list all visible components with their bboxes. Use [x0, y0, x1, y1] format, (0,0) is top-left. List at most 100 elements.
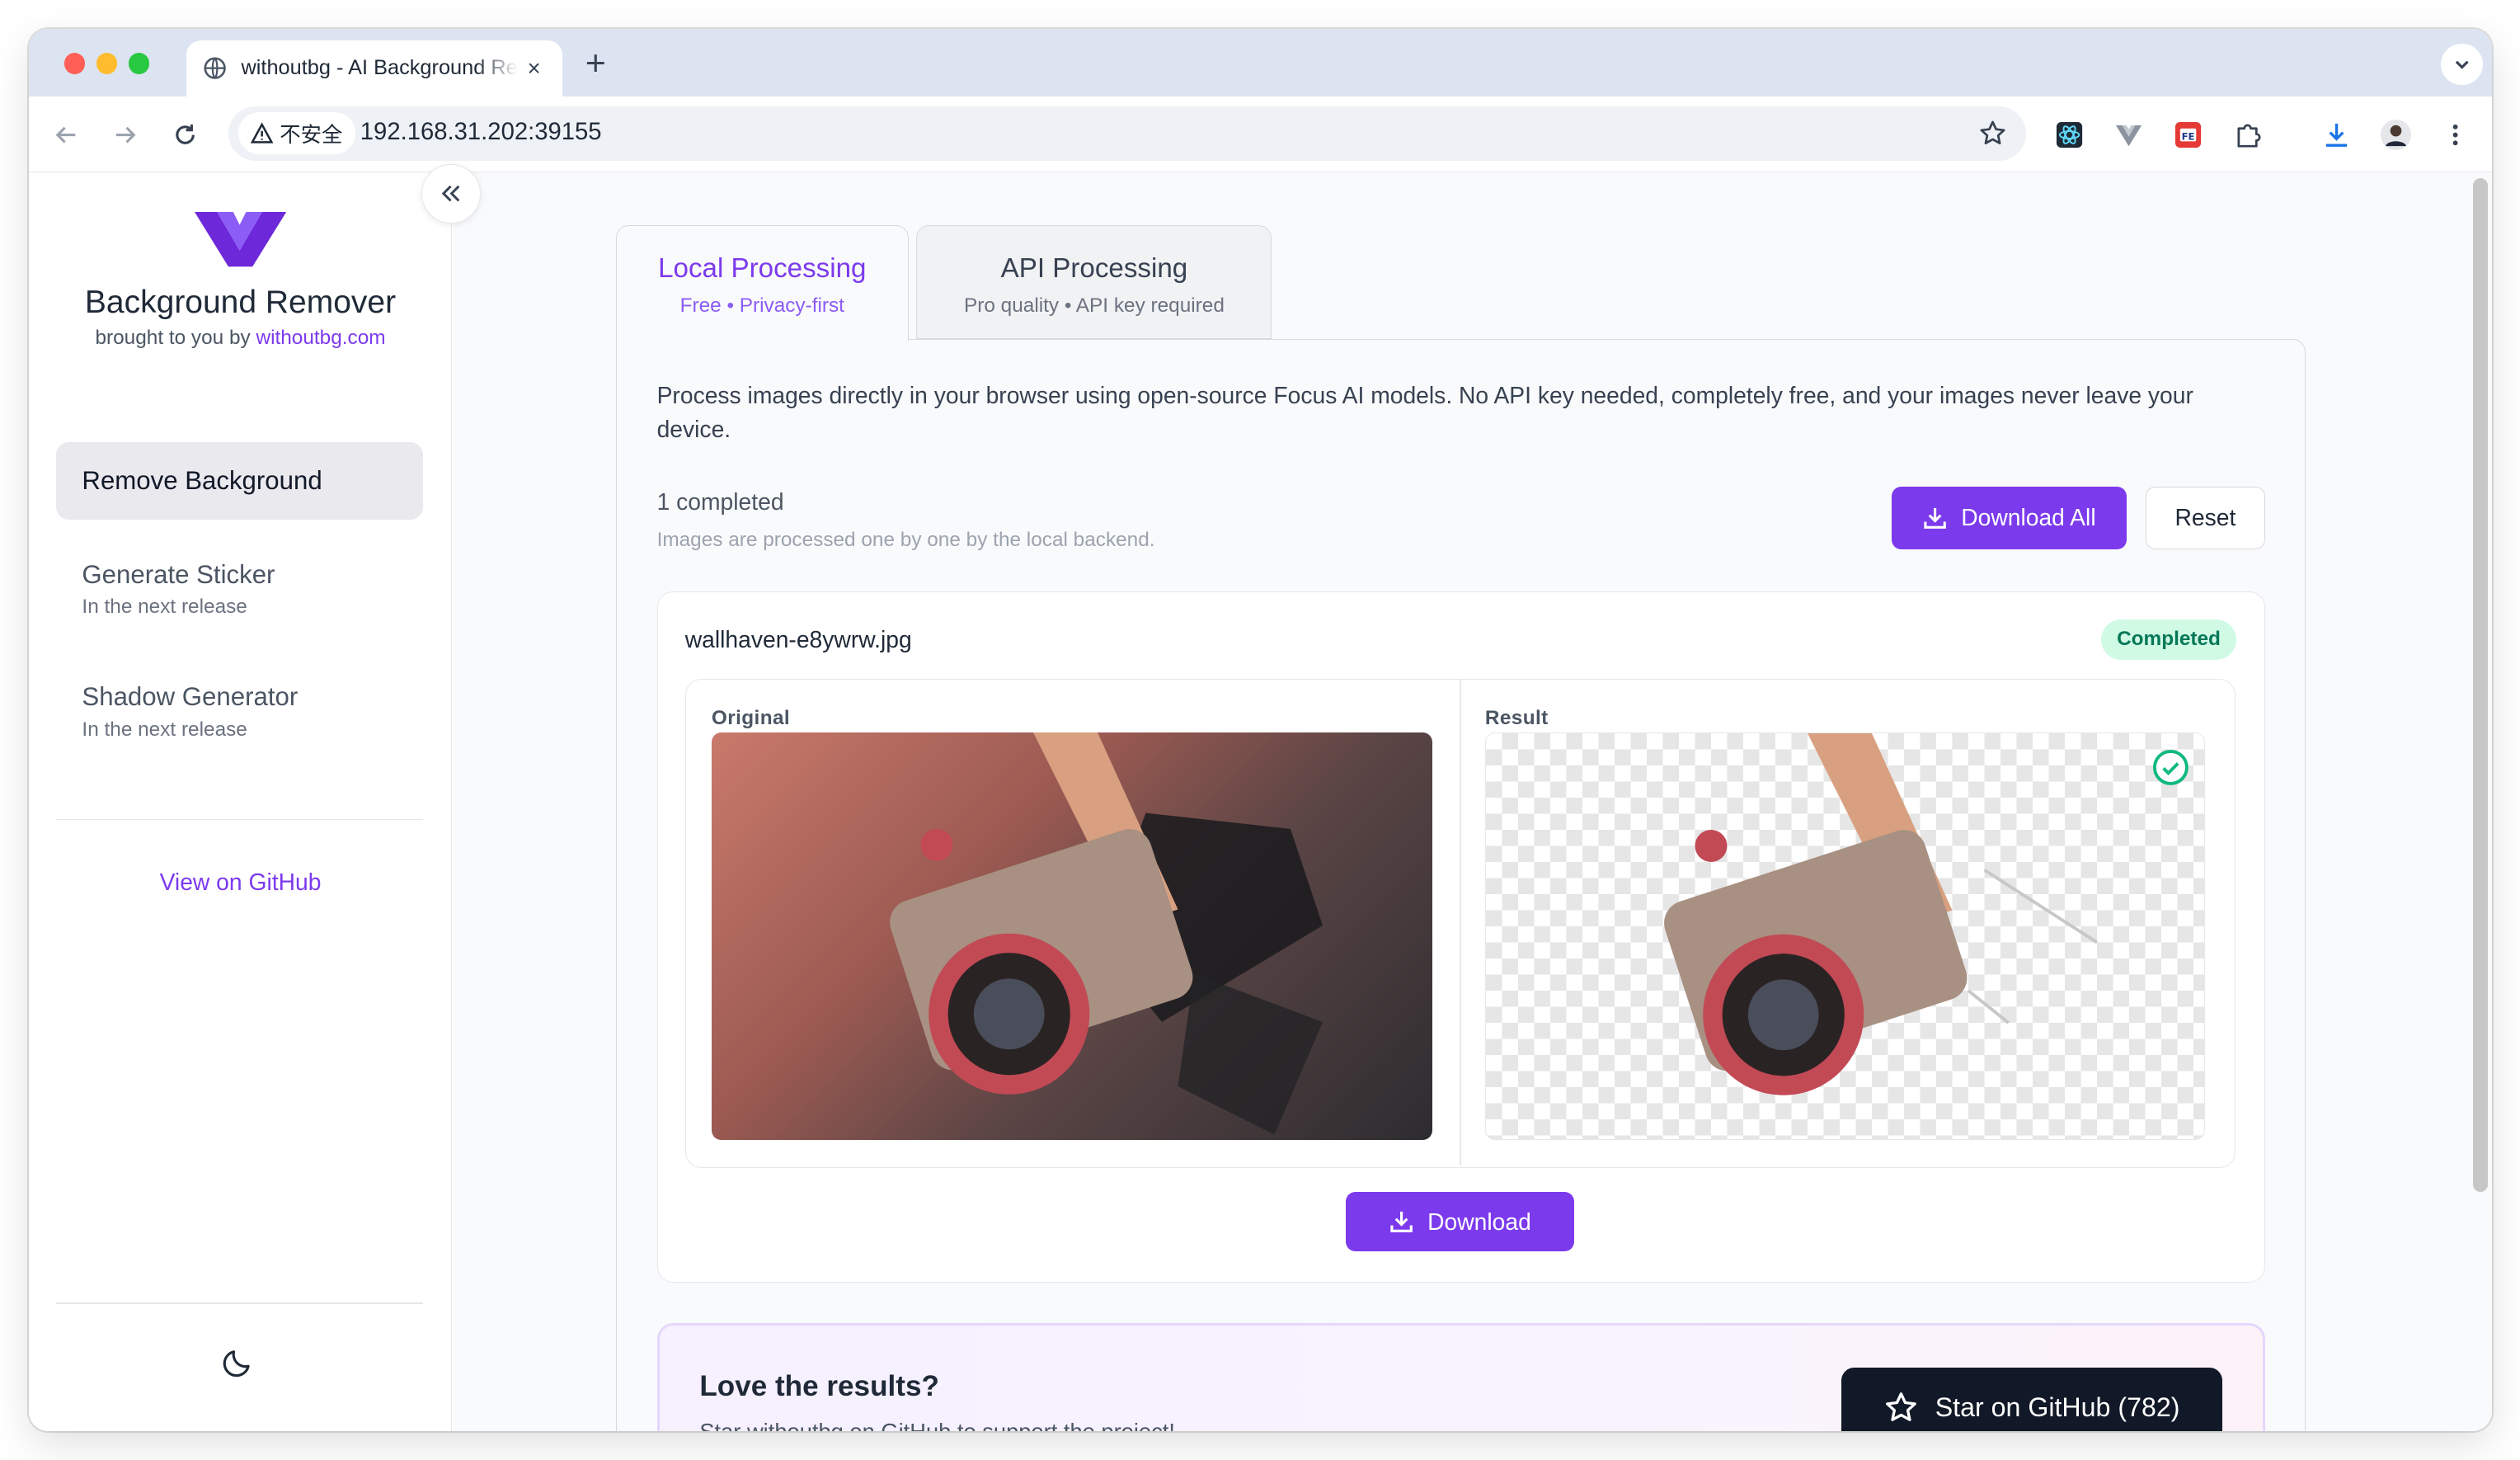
- tab-local-processing[interactable]: Local Processing Free • Privacy-first: [615, 224, 909, 341]
- bookmark-button[interactable]: [1978, 119, 2007, 154]
- check-circle-icon: [2153, 749, 2189, 785]
- byline: brought to you by withoutbg.com: [29, 327, 452, 350]
- page-scrollbar[interactable]: [2468, 172, 2493, 1432]
- download-icon: [1924, 508, 1947, 530]
- tab-api-processing[interactable]: API Processing Pro quality • API key req…: [916, 224, 1272, 340]
- arrow-right-icon: [115, 126, 136, 144]
- forward-button[interactable]: [110, 119, 142, 151]
- tab-search-button[interactable]: [2441, 43, 2483, 86]
- reload-button[interactable]: [169, 119, 201, 151]
- camera-photo-illustration: [889, 732, 1323, 1135]
- tab-label: API Processing: [1000, 253, 1188, 285]
- download-button[interactable]: Download: [1346, 1191, 1575, 1252]
- withoutbg-link[interactable]: withoutbg.com: [256, 327, 385, 349]
- brand-title: Background Remover: [84, 285, 397, 321]
- status-badge: Completed: [2100, 619, 2237, 660]
- original-image[interactable]: [711, 732, 1432, 1140]
- result-image[interactable]: [1484, 732, 2206, 1140]
- reload-icon: [175, 125, 195, 145]
- svg-text:FE: FE: [2182, 131, 2195, 143]
- divider: [56, 1302, 423, 1305]
- completed-count: 1 completed: [656, 487, 784, 515]
- intro-text: Process images directly in your browser …: [656, 382, 2193, 443]
- file-name: wallhaven-e8ywrw.jpg: [684, 625, 912, 652]
- sidebar: Background Remover brought to you by wit…: [29, 172, 452, 1432]
- withoutbg-logo: [194, 212, 287, 267]
- security-label: 不安全: [280, 123, 343, 147]
- maximize-window-button[interactable]: [128, 53, 150, 74]
- tab-strip: withoutbg - AI Background Remover × +: [29, 29, 2493, 97]
- star-icon: [1980, 120, 2005, 145]
- view-on-github-link[interactable]: View on GitHub: [29, 869, 452, 896]
- scrollbar-thumb[interactable]: [2473, 178, 2488, 1192]
- star-on-github-button[interactable]: Star on GitHub (782): [1841, 1367, 2222, 1432]
- camera-cutout-illustration: [1663, 733, 2098, 1096]
- extensions-button[interactable]: [2232, 119, 2264, 151]
- avatar-icon: [2380, 120, 2412, 151]
- nav-sublabel: In the next release: [82, 718, 247, 741]
- result-label: Result: [1484, 707, 1549, 730]
- close-tab-icon[interactable]: ×: [528, 55, 541, 82]
- download-label: Download: [1427, 1208, 1531, 1235]
- browser-toolbar: 不安全 192.168.31.202:39155 FE: [29, 96, 2493, 172]
- download-all-button[interactable]: Download All: [1892, 486, 2127, 549]
- browser-menu-button[interactable]: [2439, 119, 2471, 151]
- tab-description: Free • Privacy-first: [679, 294, 844, 317]
- collapse-sidebar-button[interactable]: [421, 163, 482, 224]
- nav-remove-background[interactable]: Remove Background: [56, 442, 423, 520]
- profile-avatar[interactable]: [2380, 119, 2412, 151]
- screen: withoutbg - AI Background Remover × + 不安…: [0, 0, 2520, 1460]
- byline-prefix: brought to you by: [95, 326, 256, 349]
- nav-sublabel: In the next release: [82, 596, 247, 619]
- processing-panel: Process images directly in your browser …: [615, 339, 2306, 1432]
- nav-label: Generate Sticker: [82, 559, 275, 589]
- puzzle-icon: [2237, 124, 2261, 148]
- main-content: Local Processing Free • Privacy-first AP…: [453, 172, 2469, 1432]
- divider: [56, 818, 423, 821]
- address-bar[interactable]: 不安全 192.168.31.202:39155: [228, 106, 2026, 161]
- more-vertical-icon: [2452, 125, 2458, 146]
- processing-note: Images are processed one by one by the l…: [656, 528, 1155, 551]
- comparison-panel: Original Result: [684, 678, 2236, 1168]
- browser-tab[interactable]: withoutbg - AI Background Remover ×: [186, 40, 563, 97]
- fe-icon: FE: [2175, 122, 2202, 148]
- globe-icon: [204, 57, 226, 80]
- comparison-divider: [1459, 679, 1461, 1166]
- fehelper-extension[interactable]: FE: [2172, 119, 2204, 151]
- nav-label: Remove Background: [82, 466, 322, 496]
- security-chip[interactable]: 不安全: [237, 112, 355, 155]
- theme-toggle-button[interactable]: [220, 1345, 256, 1387]
- download-icon: [1390, 1212, 1413, 1233]
- warning-icon: [251, 122, 274, 144]
- star-button-label: Star on GitHub (782): [1935, 1392, 2180, 1422]
- original-label: Original: [711, 707, 791, 730]
- react-icon: [2057, 122, 2083, 148]
- minimize-window-button[interactable]: [96, 53, 118, 74]
- tab-title: withoutbg - AI Background Remover: [241, 56, 518, 80]
- download-icon: [2325, 124, 2348, 148]
- url-text[interactable]: 192.168.31.202:39155: [360, 119, 602, 146]
- chevrons-left-icon: [442, 186, 460, 202]
- browser-window: withoutbg - AI Background Remover × + 不安…: [29, 29, 2493, 1432]
- vue-devtools-extension[interactable]: [2113, 119, 2145, 151]
- download-all-label: Download All: [1961, 504, 2096, 531]
- nav-shadow-generator[interactable]: Shadow Generator In the next release: [56, 682, 423, 742]
- tab-description: Pro quality • API key required: [964, 294, 1225, 317]
- chevron-down-icon: [2455, 60, 2469, 70]
- arrow-left-icon: [55, 126, 76, 144]
- back-button[interactable]: [49, 119, 82, 151]
- star-icon: [1886, 1392, 1917, 1421]
- nav-generate-sticker[interactable]: Generate Sticker In the next release: [56, 560, 423, 619]
- react-devtools-extension[interactable]: [2053, 119, 2085, 151]
- nav-label: Shadow Generator: [82, 681, 299, 711]
- close-window-button[interactable]: [63, 53, 86, 74]
- github-promo-card: Love the results? Star withoutbg on GitH…: [656, 1322, 2265, 1432]
- downloads-button[interactable]: [2320, 119, 2353, 151]
- promo-subtitle: Star withoutbg on GitHub to support the …: [699, 1418, 1175, 1432]
- moon-icon: [223, 1350, 250, 1378]
- new-tab-button[interactable]: +: [585, 44, 606, 84]
- tab-label: Local Processing: [658, 253, 867, 285]
- promo-title: Love the results?: [699, 1370, 939, 1403]
- image-result-card: wallhaven-e8ywrw.jpg Completed Original: [656, 591, 2265, 1283]
- reset-button[interactable]: Reset: [2146, 486, 2265, 549]
